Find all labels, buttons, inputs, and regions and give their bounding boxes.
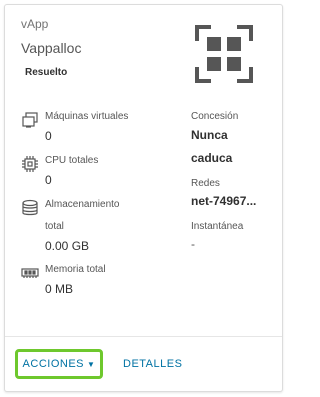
memory-icon — [21, 268, 39, 278]
database-icon — [22, 199, 38, 216]
snapshot-value: - — [191, 237, 195, 251]
status-badge: Resuelto — [25, 67, 68, 78]
snapshot-label: Instantánea — [191, 221, 244, 232]
storage-label: Almacenamiento — [45, 199, 120, 210]
storage-value: 0.00 GB — [45, 239, 90, 253]
vapp-name: Vappalloc — [21, 40, 82, 56]
networks-value: net-74967... — [191, 194, 257, 208]
lease-value-cont: caduca — [191, 151, 233, 165]
vms-label: Máquinas virtuales — [45, 111, 129, 122]
actions-button[interactable]: ACCIONES ▼ — [15, 349, 103, 379]
storage-label-cont: total — [45, 221, 64, 232]
footer-divider — [5, 336, 282, 337]
details-button[interactable]: DETALLES — [123, 349, 182, 379]
lease-label: Concesión — [191, 111, 239, 122]
vms-value: 0 — [45, 129, 52, 143]
actions-label: ACCIONES — [22, 358, 85, 370]
vapp-card: vApp Vappalloc Resuelto Máquinas virtual… — [4, 4, 283, 392]
vm-icon — [22, 112, 38, 128]
cpu-label: CPU totales — [45, 155, 99, 166]
card-type-label: vApp — [21, 17, 49, 31]
cpu-icon — [22, 156, 38, 172]
cpu-value: 0 — [45, 173, 52, 187]
chevron-down-icon: ▼ — [87, 359, 96, 369]
details-label: DETALLES — [123, 358, 183, 370]
vapp-grid-icon — [195, 25, 253, 83]
networks-label: Redes — [191, 178, 220, 189]
lease-value: Nunca — [191, 128, 228, 142]
memory-label: Memoria total — [45, 264, 106, 275]
memory-value: 0 MB — [45, 282, 74, 296]
